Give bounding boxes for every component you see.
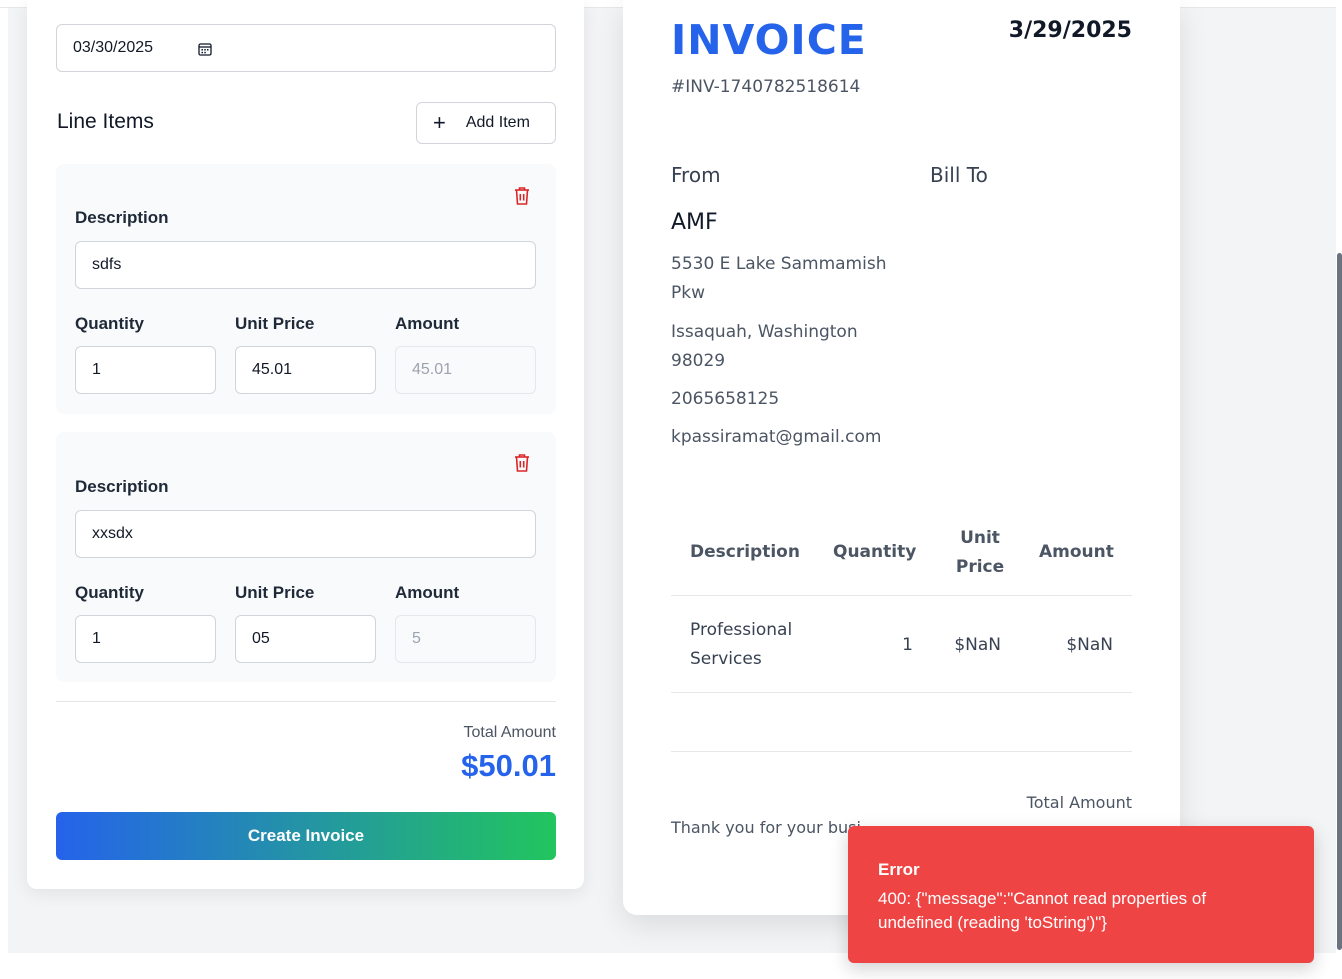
quantity-input[interactable]: 1 — [75, 615, 216, 663]
totals-divider — [671, 751, 1132, 752]
total-amount-value: $50.01 — [461, 748, 556, 783]
total-amount-label: Total Amount — [463, 724, 557, 741]
table-header-description: Description — [690, 542, 800, 562]
from-heading: From — [671, 163, 721, 187]
invoice-title: INVOICE — [671, 16, 867, 64]
company-phone: 2065658125 — [671, 389, 780, 409]
error-toast[interactable]: Error 400: {"message":"Cannot read prope… — [848, 826, 1314, 963]
line-item: Description xxsdx Quantity Unit Price Am… — [56, 432, 556, 682]
amount-label: Amount — [395, 583, 460, 602]
invoice-form-card: 03/30/2025 Line Items + Add Item Descrip… — [27, 0, 584, 889]
table-cell-unit-price: $NaN — [954, 635, 1001, 655]
left-margin — [0, 8, 8, 953]
company-address: 5530 E Lake Sammamish Pkw — [671, 254, 887, 303]
add-item-label: Add Item — [465, 114, 530, 131]
unit-price-input[interactable]: 45.01 — [235, 346, 376, 394]
quantity-label: Quantity — [75, 583, 144, 602]
description-label: Description — [75, 477, 169, 496]
toast-title: Error — [878, 860, 920, 879]
unit-price-label: Unit Price — [235, 583, 315, 602]
invoice-preview: INVOICE 3/29/2025 #INV-1740782518614 Fro… — [623, 0, 1180, 915]
form-divider — [56, 701, 556, 702]
unit-price-label: Unit Price — [235, 314, 315, 333]
quantity-input[interactable]: 1 — [75, 346, 216, 394]
table-header-unit-price: Unit Price — [955, 528, 1005, 577]
thank-you-note: Thank you for your busi — [671, 818, 861, 837]
description-input[interactable]: sdfs — [75, 241, 536, 289]
invoice-date: 3/29/2025 — [1008, 18, 1132, 43]
trash-icon[interactable] — [513, 453, 531, 473]
amount-field: 5 — [395, 615, 536, 663]
trash-icon[interactable] — [513, 186, 531, 206]
description-input[interactable]: xxsdx — [75, 510, 536, 558]
description-label: Description — [75, 208, 169, 227]
invoice-total-label: Total Amount — [1026, 793, 1132, 812]
calendar-icon[interactable] — [198, 42, 212, 56]
due-date-input[interactable]: 03/30/2025 — [56, 24, 556, 72]
quantity-label: Quantity — [75, 314, 144, 333]
unit-price-input[interactable]: 05 — [235, 615, 376, 663]
amount-field: 45.01 — [395, 346, 536, 394]
company-email: kpassiramat@gmail.com — [671, 427, 882, 447]
table-header-quantity: Quantity — [833, 542, 917, 562]
company-city: Issaquah, Washington 98029 — [671, 322, 858, 371]
invoice-number: #INV-1740782518614 — [671, 77, 861, 97]
company-name: AMF — [671, 210, 718, 235]
line-item: Description sdfs Quantity Unit Price Amo… — [56, 164, 556, 414]
line-items-title: Line Items — [57, 110, 154, 133]
scrollbar-thumb[interactable] — [1337, 253, 1342, 950]
bill-to-heading: Bill To — [930, 163, 988, 187]
table-header-amount: Amount — [1039, 542, 1114, 562]
toast-message: 400: {"message":"Cannot read properties … — [878, 889, 1207, 932]
table-cell-description: Professional Services — [690, 620, 793, 669]
due-date-value: 03/30/2025 — [73, 39, 154, 56]
plus-icon: + — [433, 110, 446, 135]
create-invoice-button[interactable]: Create Invoice — [56, 812, 556, 860]
table-cell-quantity: 1 — [902, 635, 913, 655]
table-header-divider — [671, 595, 1132, 596]
table-row-divider — [671, 692, 1132, 693]
amount-label: Amount — [395, 314, 460, 333]
add-item-button[interactable]: + Add Item — [416, 102, 556, 144]
table-cell-amount: $NaN — [1066, 635, 1113, 655]
